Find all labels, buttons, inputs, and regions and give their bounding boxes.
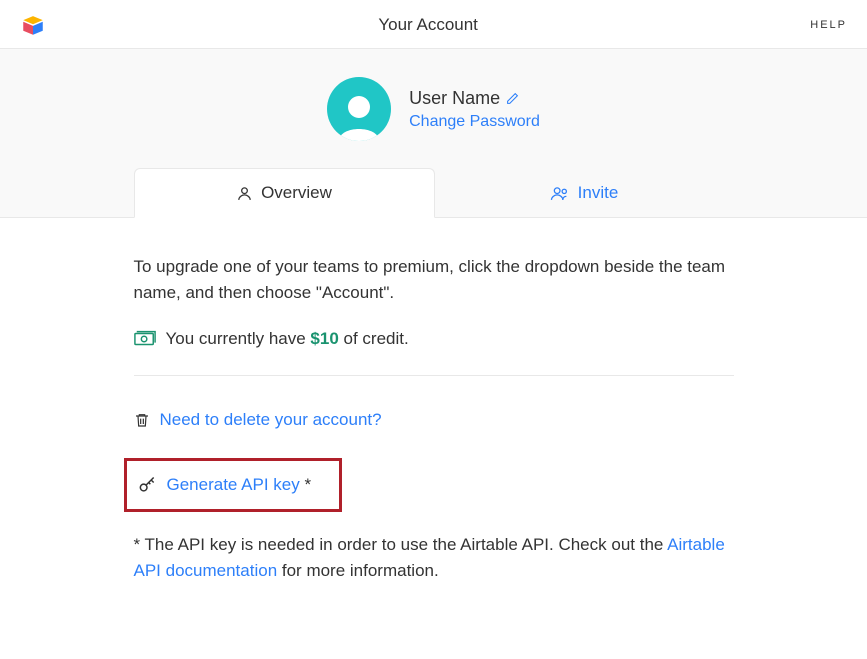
- edit-name-icon[interactable]: [506, 92, 519, 105]
- tab-invite-label: Invite: [578, 183, 619, 203]
- footnote-prefix: * The API key is needed in order to use …: [134, 535, 668, 554]
- money-icon: [134, 330, 156, 348]
- credit-row: You currently have $10 of credit.: [134, 329, 734, 349]
- people-icon: [550, 185, 570, 202]
- avatar: [327, 77, 391, 141]
- delete-account-link[interactable]: Need to delete your account?: [160, 410, 382, 430]
- help-link[interactable]: HELP: [810, 19, 847, 31]
- change-password-link[interactable]: Change Password: [409, 113, 540, 131]
- tab-overview-label: Overview: [261, 183, 332, 203]
- api-footnote: * The API key is needed in order to use …: [134, 532, 734, 585]
- tabs: Overview Invite: [134, 168, 734, 218]
- logo-icon[interactable]: [20, 12, 46, 38]
- tab-overview[interactable]: Overview: [134, 168, 435, 218]
- credit-amount: $10: [310, 329, 338, 348]
- generate-api-key-link[interactable]: Generate API key: [167, 475, 300, 494]
- generate-api-key-box: Generate API key *: [124, 458, 343, 512]
- credit-prefix: You currently have: [166, 329, 311, 348]
- tab-invite[interactable]: Invite: [435, 168, 734, 218]
- divider: [134, 375, 734, 376]
- upgrade-instructions: To upgrade one of your teams to premium,…: [134, 254, 734, 307]
- delete-account-row: Need to delete your account?: [134, 410, 734, 430]
- content-area: To upgrade one of your teams to premium,…: [134, 218, 734, 620]
- footnote-suffix: for more information.: [277, 561, 439, 580]
- person-icon: [236, 185, 253, 202]
- user-name: User Name: [409, 88, 500, 109]
- page-title: Your Account: [46, 15, 810, 35]
- api-key-asterisk: *: [300, 475, 311, 494]
- key-icon: [137, 475, 157, 495]
- credit-suffix: of credit.: [339, 329, 409, 348]
- top-bar: Your Account HELP: [0, 0, 867, 49]
- profile-section: User Name Change Password Overview: [0, 49, 867, 218]
- trash-icon: [134, 411, 150, 429]
